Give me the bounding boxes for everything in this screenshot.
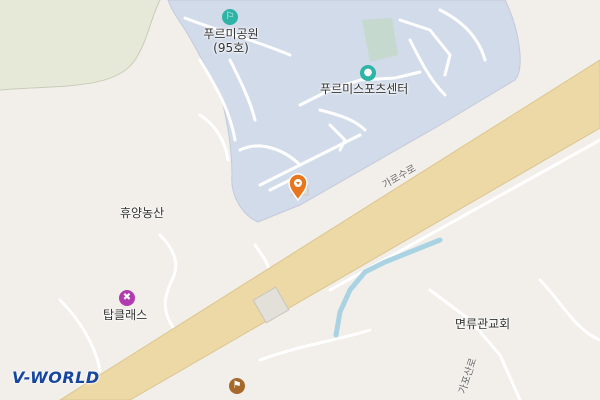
park-icon[interactable]: ⚐ [222,9,238,25]
sports-center-label: 푸르미스포츠센터 [320,82,409,96]
hill-area [0,0,160,90]
vworld-logo: V-WORLD [12,368,100,387]
park-name-label: 푸르미공원 (95호) [196,27,266,55]
park-name: 푸르미공원 [203,27,259,41]
sports-center-icon[interactable]: ● [360,65,376,81]
hiking-icon[interactable]: ⚑ [229,378,245,394]
church-label: 면류관교회 [455,317,511,331]
top-class-label: 탑클래스 [103,308,148,322]
map-canvas[interactable] [0,0,600,400]
shop-icon[interactable]: ✖ [119,290,135,306]
farm-label: 휴양농산 [120,206,165,220]
park-sub: (95호) [213,41,249,55]
